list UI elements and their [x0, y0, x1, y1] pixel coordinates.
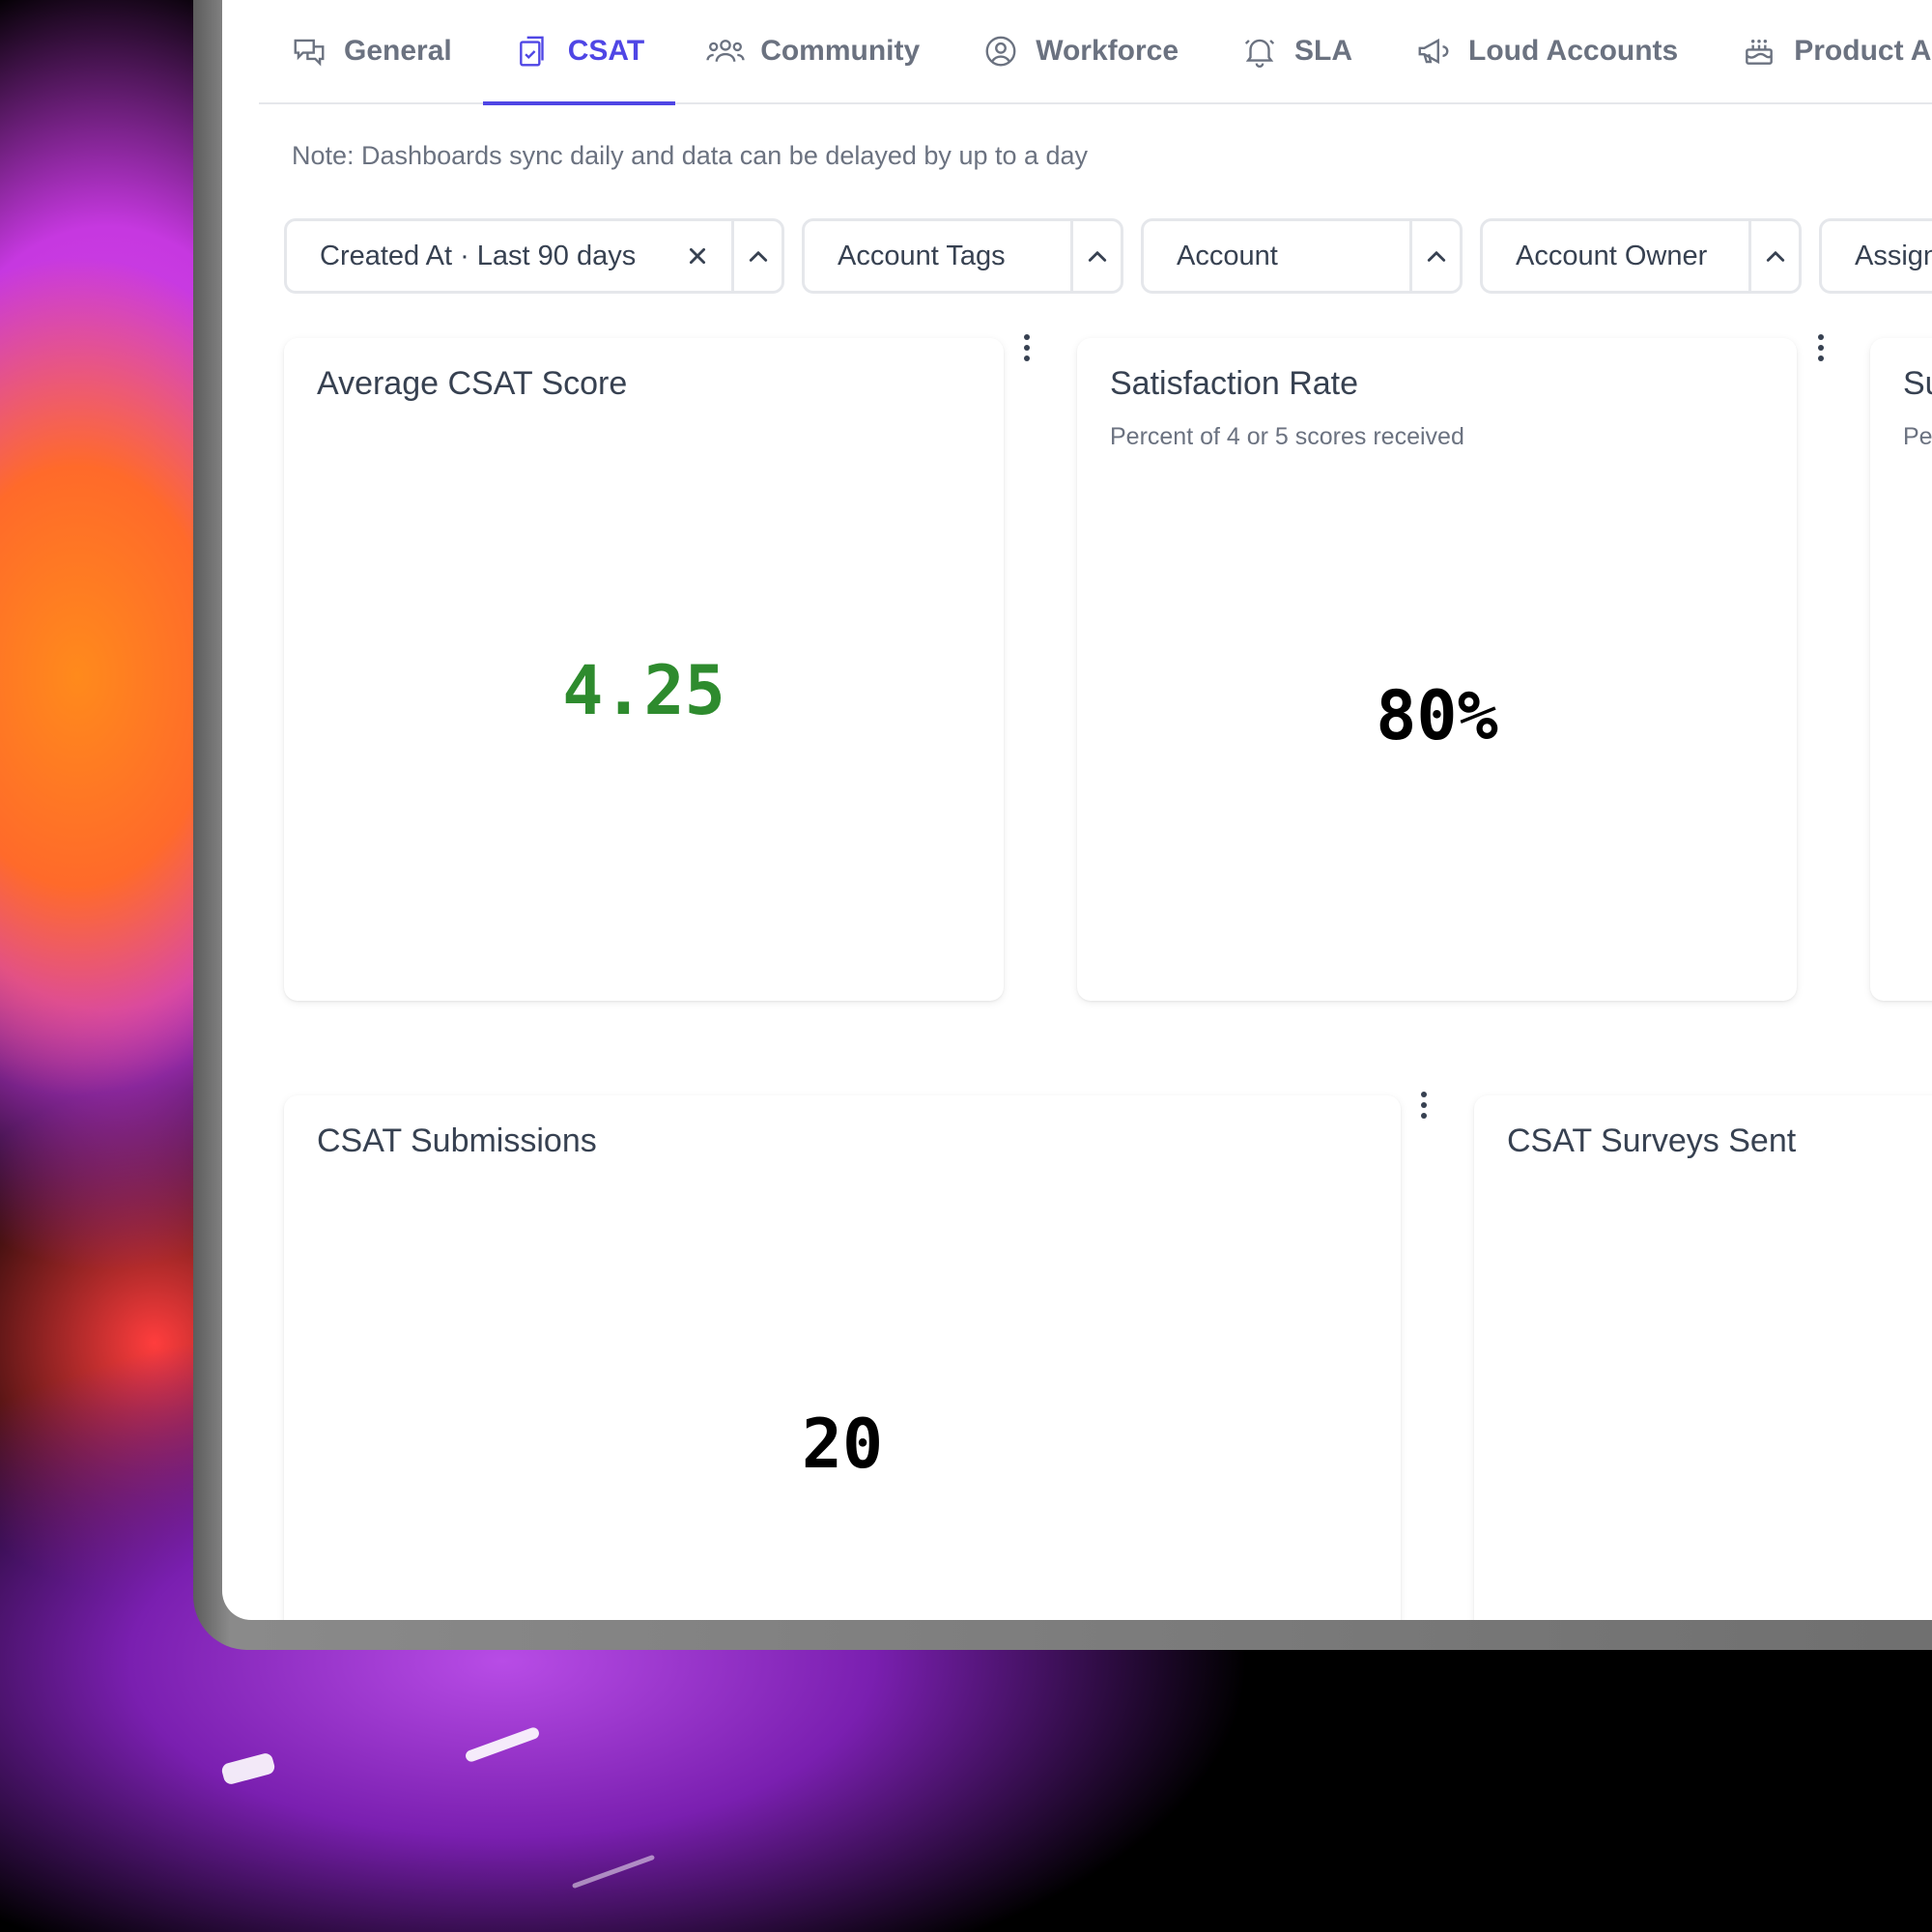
- card-csat-surveys-sent: CSAT Surveys Sent: [1474, 1095, 1932, 1620]
- filter-assignee[interactable]: Assign: [1819, 218, 1932, 294]
- sync-note: Note: Dashboards sync daily and data can…: [292, 141, 1089, 170]
- tab-label: Workforce: [1036, 35, 1179, 67]
- chevron-up-icon[interactable]: [731, 221, 781, 291]
- filter-created-at[interactable]: Created At · Last 90 days: [284, 218, 784, 294]
- card-csat-submissions: CSAT Submissions 20: [284, 1095, 1401, 1620]
- tab-product-area[interactable]: Product Area: [1709, 0, 1932, 103]
- tab-general[interactable]: General: [259, 0, 483, 103]
- card-subtitle: Pe: [1903, 423, 1932, 450]
- cake-icon: [1740, 32, 1778, 71]
- filter-label: Account: [1177, 240, 1278, 271]
- chat-bubbles-icon: [290, 32, 328, 71]
- tab-label: General: [344, 35, 452, 67]
- tab-label: Product Area: [1794, 35, 1932, 67]
- metric-value: 20: [801, 1405, 884, 1484]
- filter-label: Assign: [1855, 240, 1932, 271]
- filter-account-tags[interactable]: Account Tags: [802, 218, 1123, 294]
- card-title: CSAT Surveys Sent: [1507, 1122, 1797, 1159]
- filter-account[interactable]: Account: [1141, 218, 1463, 294]
- card-title: Average CSAT Score: [317, 365, 628, 402]
- bell-icon: [1240, 32, 1279, 71]
- tab-label: SLA: [1294, 35, 1353, 67]
- users-icon: [706, 32, 745, 71]
- megaphone-icon: [1414, 32, 1453, 71]
- chevron-up-icon[interactable]: [1409, 221, 1460, 291]
- filter-account-owner[interactable]: Account Owner: [1480, 218, 1802, 294]
- more-options-icon[interactable]: [1806, 328, 1835, 367]
- tab-workforce[interactable]: Workforce: [951, 0, 1209, 103]
- tab-bar: General CSAT Community Workforce SLA Lou…: [259, 0, 1932, 105]
- close-icon[interactable]: [687, 221, 731, 291]
- user-circle-icon: [981, 32, 1020, 71]
- more-options-icon[interactable]: [1012, 328, 1041, 367]
- tab-sla[interactable]: SLA: [1209, 0, 1383, 103]
- filter-bar: Created At · Last 90 days Account Tags A…: [284, 218, 1932, 294]
- card-title: Su: [1903, 365, 1932, 402]
- filter-label: Account Tags: [838, 240, 1006, 271]
- dashboard-screen: General CSAT Community Workforce SLA Lou…: [222, 0, 1932, 1620]
- tab-label: Community: [760, 35, 921, 67]
- filter-label: Created At · Last 90 days: [320, 240, 637, 271]
- tab-loud-accounts[interactable]: Loud Accounts: [1383, 0, 1709, 103]
- card-title: CSAT Submissions: [317, 1122, 597, 1159]
- clipboard-check-icon: [514, 32, 553, 71]
- card-average-csat: Average CSAT Score 4.25: [284, 338, 1004, 1001]
- card-satisfaction-rate: Satisfaction Rate Percent of 4 or 5 scor…: [1077, 338, 1797, 1001]
- tab-label: CSAT: [567, 35, 645, 67]
- more-options-icon[interactable]: [1409, 1086, 1438, 1124]
- card-partial: Su Pe: [1870, 338, 1932, 1001]
- metric-value: 4.25: [562, 651, 725, 730]
- tab-csat[interactable]: CSAT: [482, 0, 676, 105]
- tab-community[interactable]: Community: [675, 0, 951, 103]
- filter-label: Account Owner: [1516, 240, 1708, 271]
- tab-label: Loud Accounts: [1468, 35, 1679, 67]
- chevron-up-icon[interactable]: [1748, 221, 1799, 291]
- card-title: Satisfaction Rate: [1110, 365, 1359, 402]
- card-subtitle: Percent of 4 or 5 scores received: [1110, 423, 1464, 450]
- chevron-up-icon[interactable]: [1070, 221, 1121, 291]
- metric-value: 80%: [1376, 676, 1498, 755]
